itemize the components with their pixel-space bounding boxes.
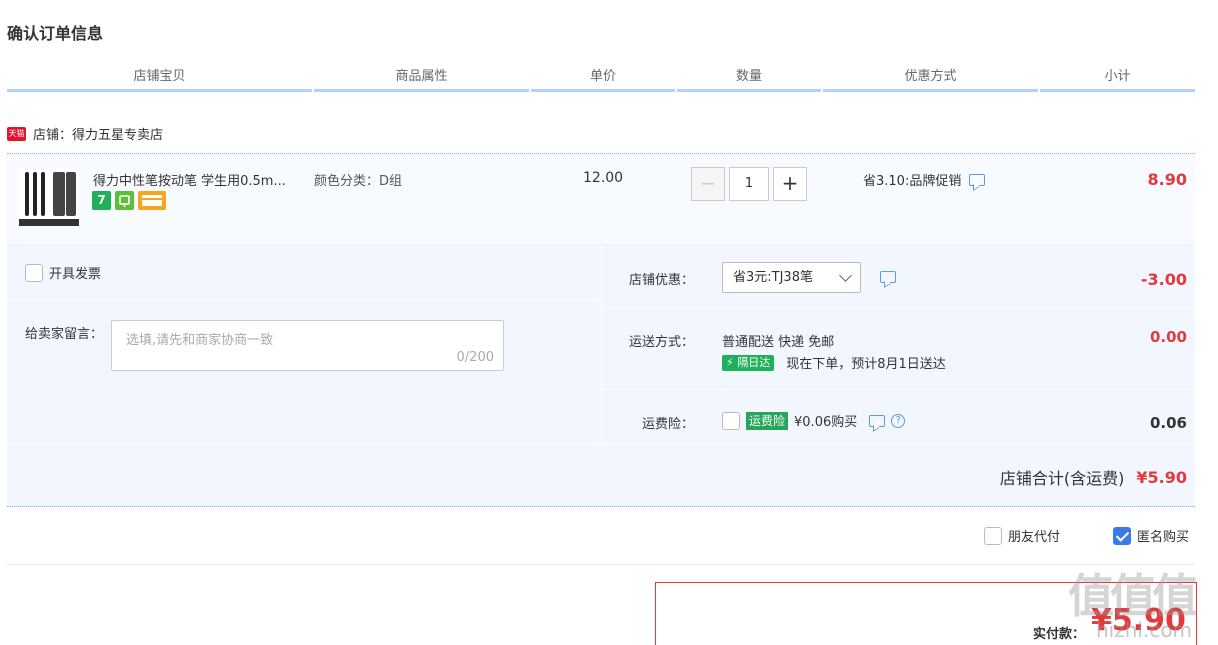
shop-name-link[interactable]: 店铺：得力五星专卖店 [33, 124, 163, 143]
friend-pay-option[interactable]: 朋友代付 [984, 526, 1060, 545]
service-icons: 7 [92, 191, 166, 210]
invoice-label: 开具发票 [49, 267, 102, 282]
qty-input[interactable]: 1 [729, 167, 769, 201]
col-header-qty: 数量 [677, 66, 821, 92]
divider [7, 564, 1195, 565]
seven-day-return-icon: 7 [92, 191, 111, 210]
shipping-label: 运送方式： [628, 335, 694, 350]
next-day-badge: ⚡ 隔日达 [722, 354, 775, 371]
invoice-option[interactable]: 开具发票 [25, 263, 101, 282]
shop-coupon-label: 店铺优惠： [628, 273, 694, 288]
anonymous-buy-option[interactable]: 匿名购买 [1113, 526, 1189, 545]
seller-message-input[interactable]: 选填,请先和商家协商一致 0/200 [111, 320, 504, 371]
tmall-icon: 天猫 [7, 126, 26, 141]
col-header-promo: 优惠方式 [823, 66, 1038, 92]
product-title-link[interactable]: 得力中性笔按动笔 学生用0.5m... [93, 170, 309, 189]
shop-total: 店铺合计(含运费) ¥5.90 [1000, 465, 1187, 489]
anonymous-buy-checkbox[interactable] [1113, 526, 1131, 545]
product-attribute: 颜色分类：D组 [314, 174, 403, 189]
unit-price: 12.00 [583, 170, 624, 186]
col-header-item: 店铺宝贝 [7, 66, 312, 92]
chat-icon[interactable] [969, 173, 986, 186]
col-header-attr: 商品属性 [314, 66, 529, 92]
divider [602, 307, 1196, 308]
insurance-checkbox[interactable] [722, 411, 740, 430]
insurance-badge: 运费险 [746, 411, 789, 430]
insurance-amount: 0.06 [1149, 414, 1187, 432]
shipping-method: 普通配送 快递 免邮 [722, 335, 835, 350]
anonymous-buy-label: 匿名购买 [1137, 530, 1190, 545]
guarantee-icon [115, 191, 134, 210]
watermark-url: hizhi.com [1096, 618, 1193, 642]
friend-pay-checkbox[interactable] [984, 526, 1002, 545]
promo-info: 省3.10:品牌促销 [863, 170, 986, 189]
chat-icon[interactable] [880, 271, 896, 283]
qty-increase-button[interactable]: + [773, 167, 807, 201]
message-char-count: 0/200 [456, 350, 494, 365]
insurance-row: 运费险 ¥0.06购买 ? [722, 411, 906, 430]
promo-text: 省3.10:品牌促销 [863, 174, 962, 189]
options-left: 开具发票 给卖家留言： 选填,请先和商家协商一致 0/200 [7, 245, 600, 443]
quantity-stepper: − 1 + [691, 167, 807, 201]
col-header-subtotal: 小计 [1040, 66, 1195, 92]
insurance-label: 运费险： [641, 417, 694, 432]
shop-coupon-value: 省3元:TJ38笔 [733, 270, 813, 285]
chat-icon[interactable] [869, 414, 886, 427]
shop-coupon-select[interactable]: 省3元:TJ38笔 [722, 262, 861, 293]
shop-coupon-amount: -3.00 [1140, 270, 1187, 289]
order-item-row: 得力中性笔按动笔 学生用0.5m... 7 颜色分类：D组 12.00 − 1 … [7, 153, 1195, 245]
message-label: 给卖家留言： [25, 327, 104, 342]
qty-decrease-button[interactable]: − [691, 167, 725, 201]
shipping-eta-row: ⚡ 隔日达 现在下单，预计8月1日送达 [722, 353, 946, 372]
message-placeholder: 选填,请先和商家协商一致 [126, 333, 274, 348]
watermark-logo: 值值值 [1068, 569, 1198, 623]
order-options-panel: 开具发票 给卖家留言： 选填,请先和商家协商一致 0/200 店铺优惠： 省3元… [7, 245, 1196, 507]
divider [602, 389, 1196, 390]
credit-card-icon [138, 191, 166, 210]
options-right: 店铺优惠： 省3元:TJ38笔 -3.00 运送方式： 普通配送 快递 免邮 ⚡… [601, 245, 1196, 443]
shipping-amount: 0.00 [1149, 328, 1187, 346]
shop-total-label: 店铺合计(含运费) [999, 469, 1125, 488]
divider [7, 443, 1195, 444]
divider [7, 300, 600, 301]
shop-total-amount: ¥5.90 [1136, 467, 1187, 487]
col-header-price: 单价 [531, 66, 675, 92]
friend-pay-label: 朋友代付 [1008, 530, 1061, 545]
product-thumbnail[interactable] [19, 168, 79, 226]
help-icon[interactable]: ? [891, 413, 906, 428]
page-title: 确认订单信息 [7, 24, 104, 43]
invoice-checkbox[interactable] [25, 263, 43, 282]
shipping-eta: 现在下单，预计8月1日送达 [786, 357, 946, 372]
chevron-down-icon [839, 269, 852, 282]
column-headers: 店铺宝贝 商品属性 单价 数量 优惠方式 小计 [7, 66, 1195, 92]
item-subtotal: 8.90 [1147, 170, 1187, 189]
insurance-price: ¥0.06购买 [794, 415, 858, 430]
shop-row: 天猫 店铺：得力五星专卖店 [7, 124, 163, 143]
